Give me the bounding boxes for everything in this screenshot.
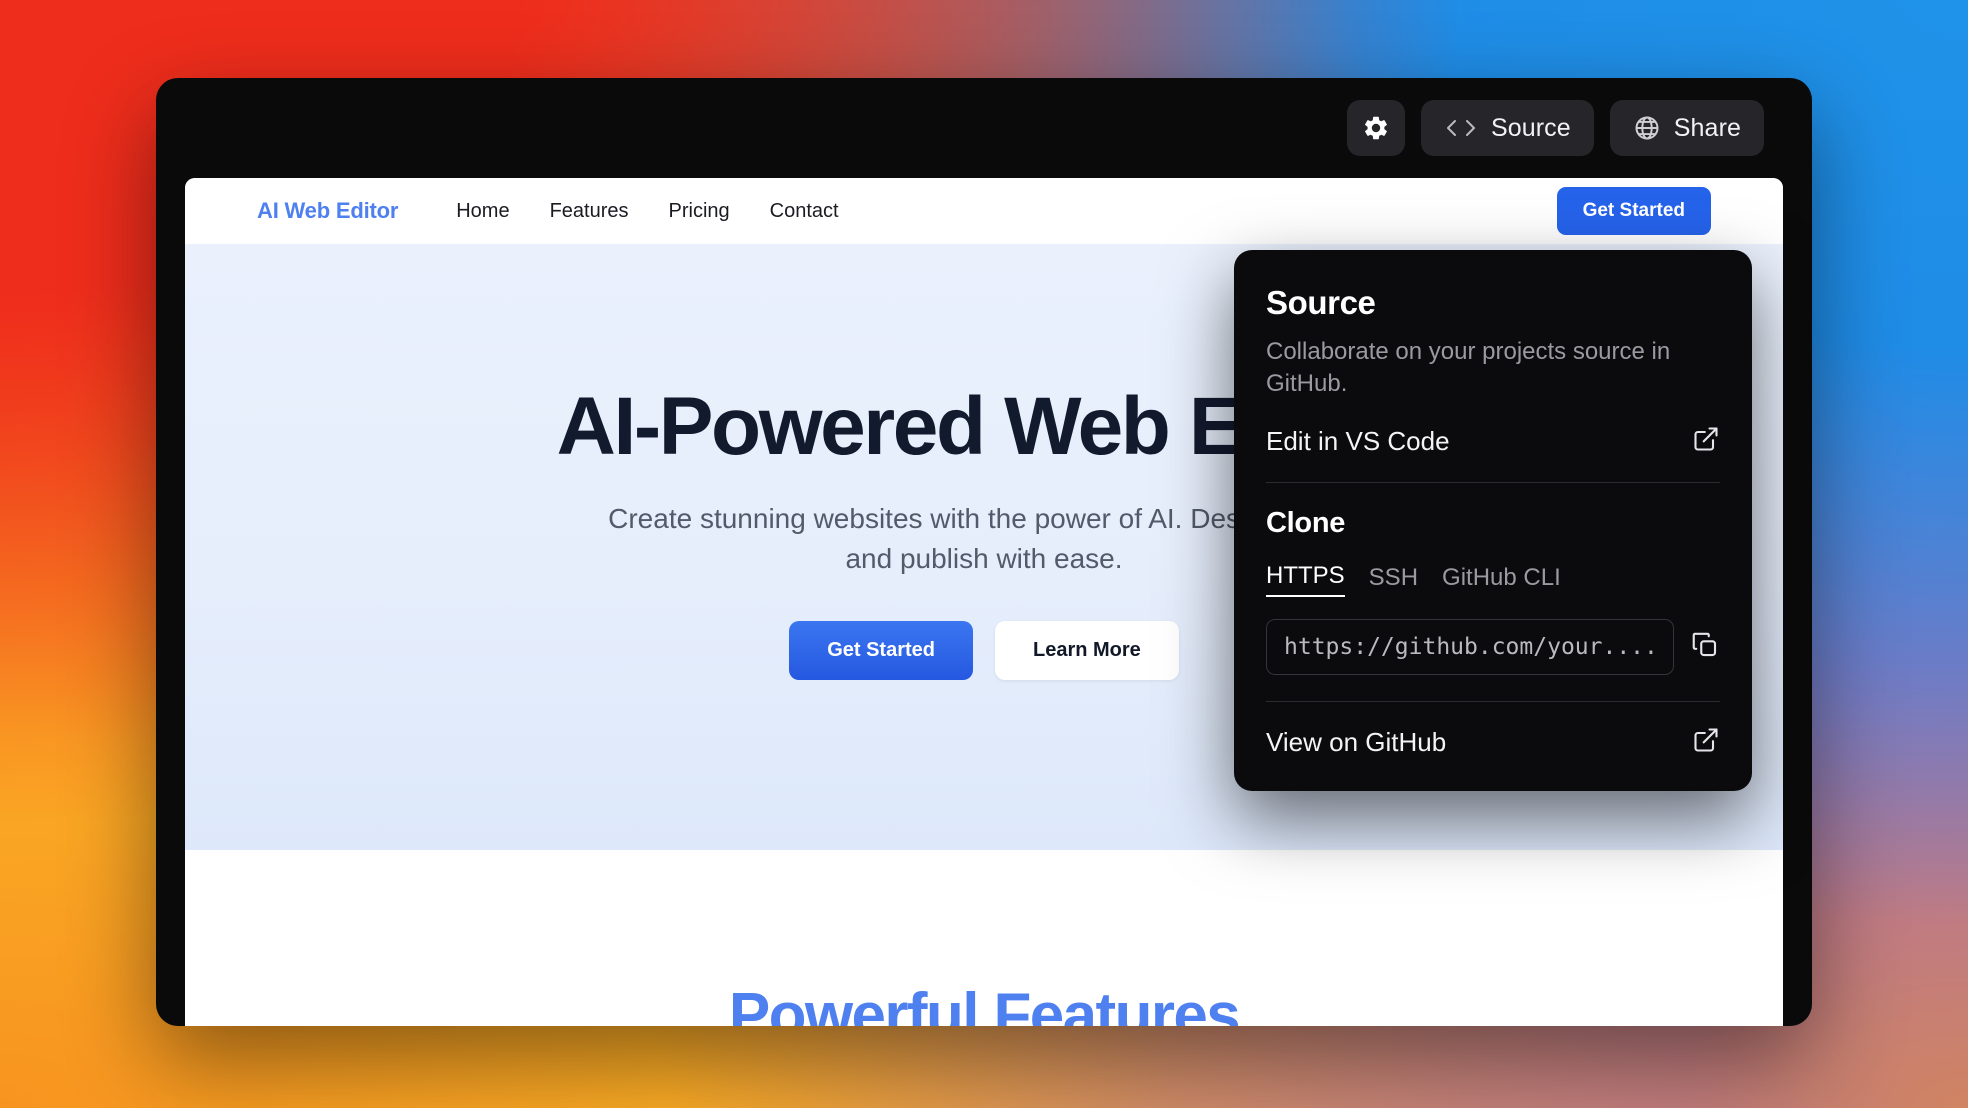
edit-in-vscode-label: Edit in VS Code [1266, 426, 1450, 457]
edit-in-vscode-row[interactable]: Edit in VS Code [1266, 399, 1720, 482]
settings-button[interactable] [1346, 100, 1405, 156]
external-link-icon [1692, 425, 1720, 458]
site-navbar: AI Web Editor Home Features Pricing Cont… [185, 178, 1783, 244]
nav-link-contact[interactable]: Contact [770, 200, 839, 223]
source-panel-description: Collaborate on your projects source in G… [1266, 338, 1671, 397]
nav-link-pricing[interactable]: Pricing [669, 200, 730, 223]
panel-divider-top [1266, 482, 1720, 484]
clone-tab-github-cli[interactable]: GitHub CLI [1442, 564, 1561, 597]
nav-link-features[interactable]: Features [550, 200, 629, 223]
view-on-github-row[interactable]: View on GitHub [1266, 702, 1720, 765]
clone-url-row: https://github.com/your.... [1266, 619, 1720, 676]
gear-icon [1362, 114, 1390, 142]
editor-toolbar: Source Share [156, 78, 1812, 178]
view-on-github-label: View on GitHub [1266, 727, 1447, 758]
globe-icon [1633, 114, 1661, 142]
copy-icon[interactable] [1690, 630, 1720, 665]
nav-link-home[interactable]: Home [456, 200, 509, 223]
hero-get-started-button[interactable]: Get Started [789, 620, 973, 680]
clone-tab-https[interactable]: HTTPS [1266, 562, 1345, 598]
clone-protocol-tabs: HTTPS SSH GitHub CLI [1266, 562, 1720, 598]
external-link-icon [1692, 726, 1720, 759]
editor-window: Source Share AI Web Editor Home Features [156, 78, 1812, 1026]
source-panel-title: Source [1266, 284, 1376, 321]
hero-learn-more-button[interactable]: Learn More [995, 620, 1179, 680]
features-heading: Powerful Features [728, 981, 1241, 1026]
site-nav-links: Home Features Pricing Contact [456, 200, 838, 223]
source-button-label: Source [1490, 113, 1571, 142]
code-brackets-icon [1444, 116, 1478, 140]
site-brand[interactable]: AI Web Editor [257, 198, 398, 224]
clone-title: Clone [1266, 507, 1346, 540]
share-button[interactable]: Share [1609, 100, 1764, 156]
share-button-label: Share [1673, 113, 1741, 142]
source-dropdown-panel: Source Collaborate on your projects sour… [1234, 250, 1752, 792]
source-button[interactable]: Source [1420, 100, 1594, 156]
features-section: Powerful Features [185, 850, 1783, 1026]
clone-url-input[interactable]: https://github.com/your.... [1266, 619, 1674, 676]
nav-get-started-button[interactable]: Get Started [1556, 187, 1711, 235]
clone-tab-ssh[interactable]: SSH [1369, 564, 1418, 597]
hero-actions: Get Started Learn More [789, 620, 1179, 680]
